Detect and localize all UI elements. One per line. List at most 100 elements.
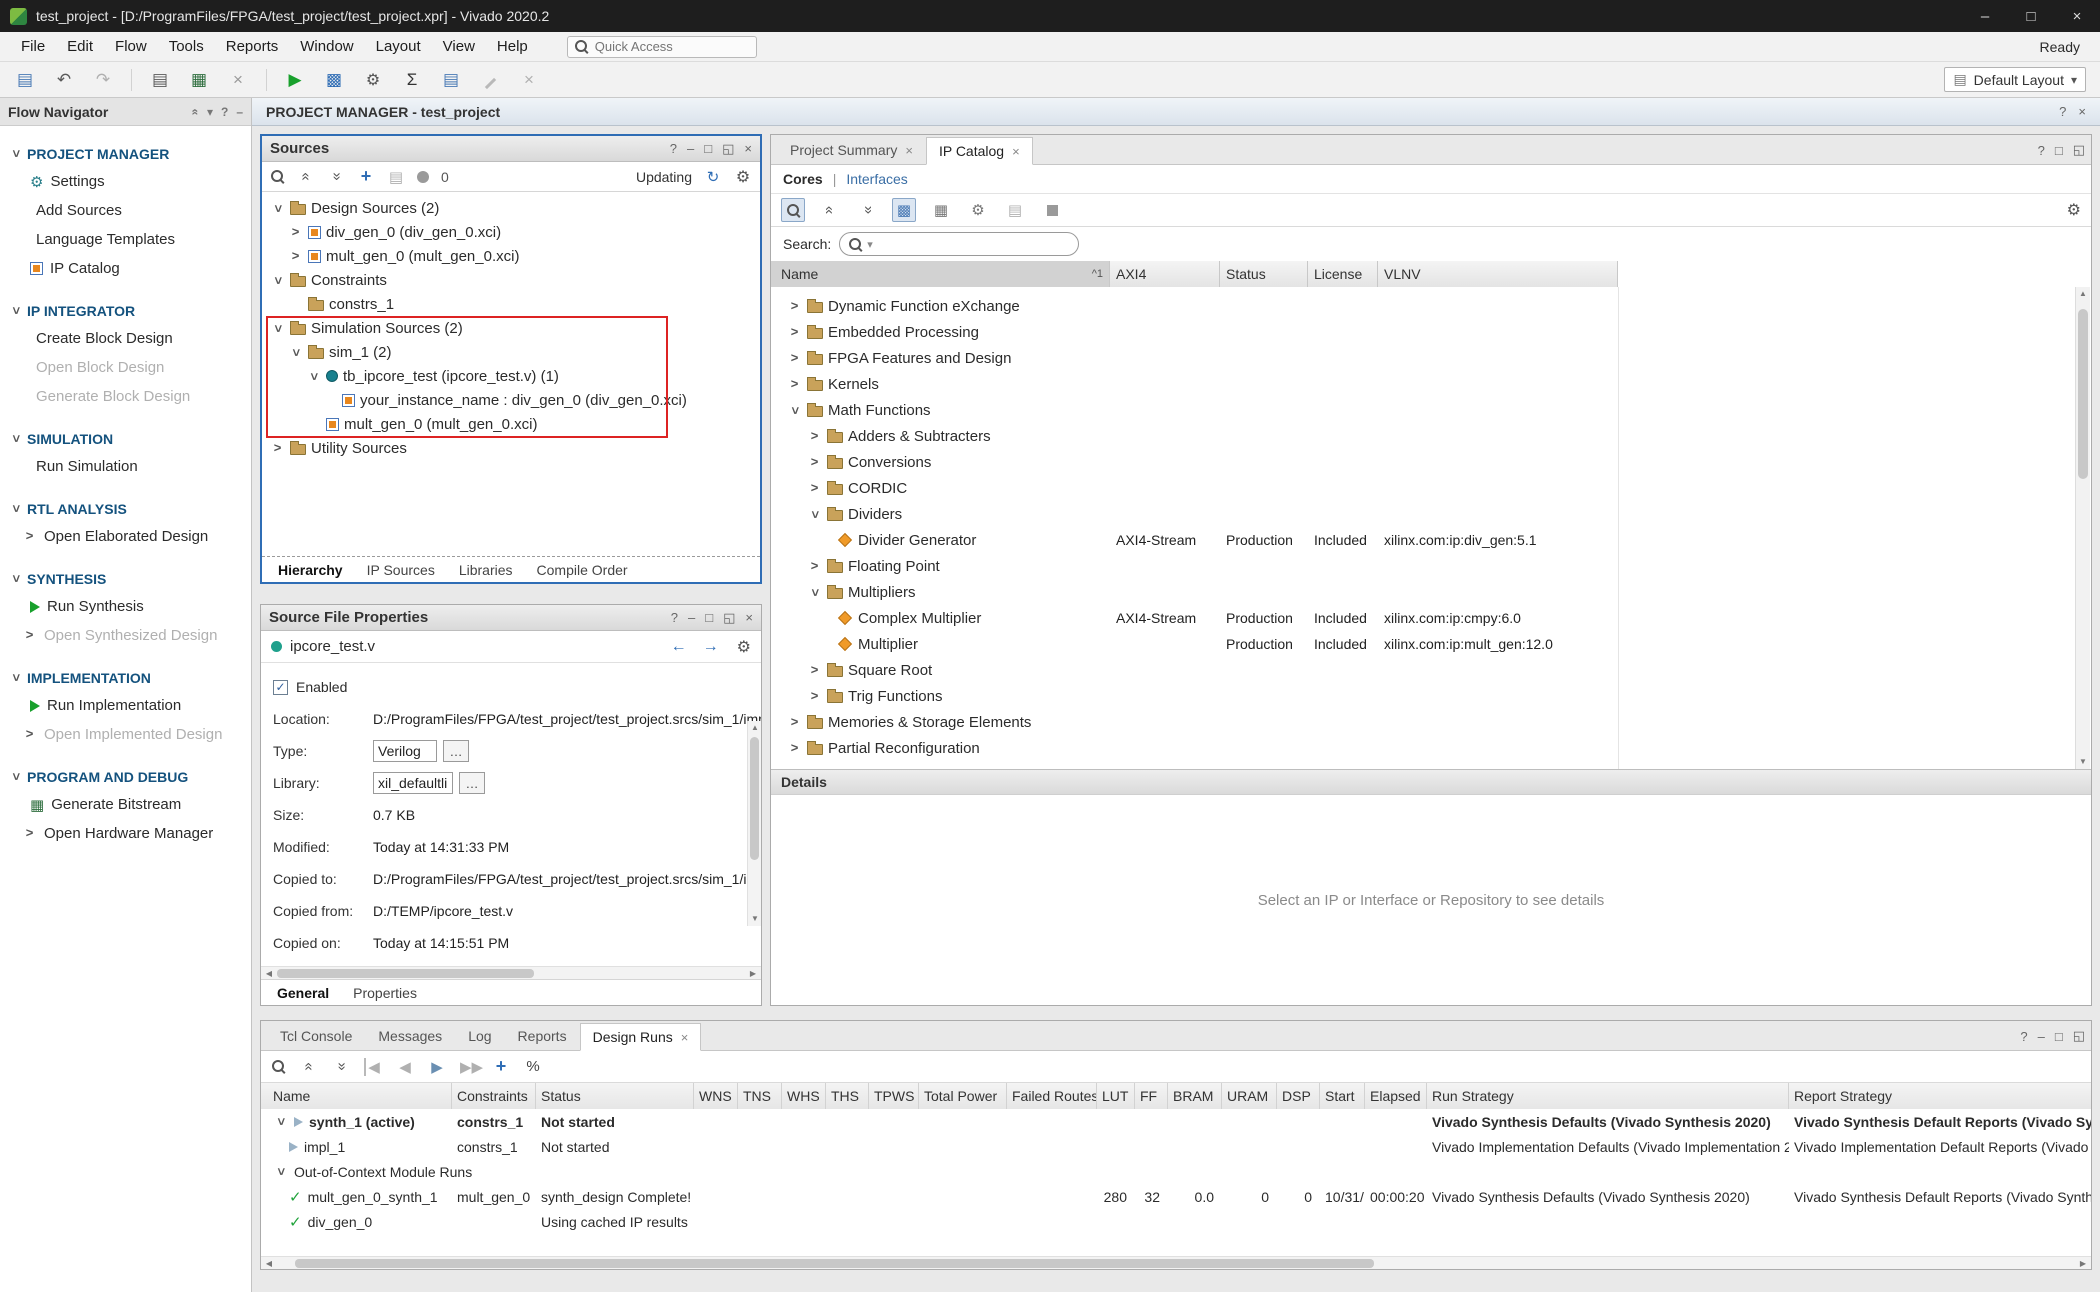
minimize-icon[interactable]: – — [687, 141, 694, 156]
col-start[interactable]: Start — [1320, 1083, 1365, 1109]
catalog-row[interactable]: >Conversions — [771, 449, 2091, 475]
close-icon[interactable]: × — [905, 143, 913, 158]
percent-icon[interactable]: % — [524, 1058, 542, 1075]
twistie-icon[interactable]: > — [270, 441, 285, 456]
forward-icon[interactable]: → — [703, 638, 719, 656]
help-icon[interactable]: ? — [2038, 143, 2045, 158]
expand-all-icon[interactable]: « — [855, 198, 879, 222]
nav-item-settings[interactable]: ⚙Settings — [0, 167, 251, 196]
col-tpws[interactable]: TPWS — [869, 1083, 919, 1109]
nav-section-header[interactable]: >RTL ANALYSIS — [0, 495, 251, 522]
expand-all-icon[interactable]: « — [328, 168, 345, 186]
nav-item-ip-catalog[interactable]: IP Catalog — [0, 254, 251, 283]
expand-icon[interactable]: ▾ — [207, 105, 213, 119]
close-icon[interactable]: × — [1012, 144, 1020, 159]
scroll-right-icon[interactable]: ▶ — [745, 969, 761, 978]
nav-item-add-sources[interactable]: Add Sources — [0, 196, 251, 225]
edit-pencil-icon[interactable] — [479, 70, 501, 90]
twistie-icon[interactable]: > — [306, 369, 321, 384]
tree-row-div-gen-0[interactable]: >div_gen_0 (div_gen_0.xci) — [262, 220, 760, 244]
catalog-row-multiplier[interactable]: MultiplierProductionIncludedxilinx.com:i… — [771, 631, 2091, 657]
sum-icon[interactable]: Σ — [401, 70, 423, 90]
menu-edit[interactable]: Edit — [56, 32, 104, 62]
menu-tools[interactable]: Tools — [158, 32, 215, 62]
vertical-scrollbar[interactable]: ▲ ▼ — [2075, 287, 2090, 769]
twistie-icon[interactable]: > — [273, 1114, 288, 1129]
scroll-left-icon[interactable]: ◀ — [261, 1259, 277, 1268]
nav-item-open-elaborated-design[interactable]: >Open Elaborated Design — [0, 522, 251, 551]
nav-section-header[interactable]: >IP INTEGRATOR — [0, 297, 251, 324]
nav-section-header[interactable]: >SYNTHESIS — [0, 565, 251, 592]
float-icon[interactable]: ◱ — [2073, 1028, 2085, 1044]
col-status[interactable]: Status — [536, 1083, 694, 1109]
col-ff[interactable]: FF — [1135, 1083, 1168, 1109]
back-icon[interactable]: ← — [671, 638, 687, 656]
cancel-icon[interactable]: × — [518, 70, 540, 90]
nav-item-open-hardware-manager[interactable]: >Open Hardware Manager — [0, 819, 251, 848]
column-header-license[interactable]: License — [1308, 261, 1378, 287]
catalog-row[interactable]: >Kernels — [771, 371, 2091, 397]
scroll-down-icon[interactable]: ▼ — [2076, 755, 2090, 769]
window-maximize-button[interactable]: □ — [2008, 0, 2054, 32]
redo-icon[interactable]: ↷ — [92, 70, 114, 90]
col-elapsed[interactable]: Elapsed — [1365, 1083, 1427, 1109]
catalog-search-input[interactable] — [877, 237, 1057, 252]
open-project-icon[interactable]: ▤ — [14, 70, 36, 90]
nav-item-open-block-design[interactable]: Open Block Design — [0, 353, 251, 382]
col-wns[interactable]: WNS — [694, 1083, 738, 1109]
catalog-row[interactable]: >Math Functions — [771, 397, 2091, 423]
nav-item-run-simulation[interactable]: Run Simulation — [0, 452, 251, 481]
catalog-row[interactable]: >Partial Reconfiguration — [771, 735, 2091, 761]
scroll-up-icon[interactable]: ▲ — [2076, 287, 2090, 301]
twistie-icon[interactable]: > — [807, 481, 822, 496]
tree-row-simulation-sources[interactable]: >Simulation Sources (2) — [262, 316, 760, 340]
add-repository-icon[interactable]: ▦ — [929, 198, 953, 222]
tab-reports[interactable]: Reports — [505, 1022, 580, 1050]
tab-hierarchy[interactable]: Hierarchy — [268, 562, 353, 578]
twistie-icon[interactable]: > — [288, 225, 303, 240]
type-browse-button[interactable]: … — [443, 740, 469, 762]
catalog-row[interactable]: >Multipliers — [771, 579, 2091, 605]
library-browse-button[interactable]: … — [459, 772, 485, 794]
twistie-icon[interactable]: > — [807, 559, 822, 574]
launch-runs-icon[interactable]: ▶ — [428, 1058, 446, 1076]
scroll-right-icon[interactable]: ▶ — [2075, 1259, 2091, 1268]
step-back-icon[interactable]: ◀ — [396, 1058, 414, 1076]
nav-section-header[interactable]: >IMPLEMENTATION — [0, 664, 251, 691]
close-icon[interactable]: × — [2078, 104, 2086, 119]
copy-icon[interactable]: ▤ — [149, 70, 171, 90]
tab-project-summary[interactable]: Project Summary× — [777, 136, 926, 164]
tab-log[interactable]: Log — [455, 1022, 504, 1050]
twistie-icon[interactable]: > — [273, 1164, 288, 1179]
menu-view[interactable]: View — [432, 32, 486, 62]
tree-row-mult-gen-0[interactable]: >mult_gen_0 (mult_gen_0.xci) — [262, 244, 760, 268]
refresh-icon[interactable]: ↻ — [704, 168, 722, 186]
float-icon[interactable]: ◱ — [723, 610, 735, 626]
type-field[interactable] — [373, 740, 437, 762]
catalog-row[interactable]: >Dividers — [771, 501, 2091, 527]
add-sources-icon[interactable]: + — [357, 166, 375, 187]
board-icon[interactable]: ▦ — [188, 70, 210, 90]
column-header-vlnv[interactable]: VLNV — [1378, 261, 1618, 287]
tree-row-tb-ipcore-test[interactable]: >tb_ipcore_test (ipcore_test.v) (1) — [262, 364, 760, 388]
settings-gear-icon[interactable]: ⚙ — [734, 167, 752, 187]
run-icon[interactable]: ▶ — [284, 70, 306, 90]
tree-row-utility-sources[interactable]: >Utility Sources — [262, 436, 760, 460]
twistie-icon[interactable]: > — [807, 663, 822, 678]
twistie-icon[interactable]: > — [787, 299, 802, 314]
maximize-icon[interactable]: □ — [2055, 143, 2063, 158]
delete-icon[interactable]: × — [227, 70, 249, 90]
tab-design-runs[interactable]: Design Runs× — [580, 1023, 702, 1051]
col-constraints[interactable]: Constraints — [452, 1083, 536, 1109]
col-name[interactable]: Name — [261, 1083, 452, 1109]
tree-row-your-instance-name[interactable]: your_instance_name : div_gen_0 (div_gen_… — [262, 388, 760, 412]
float-icon[interactable]: ◱ — [722, 141, 734, 157]
maximize-icon[interactable]: □ — [704, 141, 712, 156]
tab-libraries[interactable]: Libraries — [449, 562, 523, 578]
menu-flow[interactable]: Flow — [104, 32, 158, 62]
twistie-icon[interactable]: > — [807, 689, 822, 704]
twistie-icon[interactable]: > — [787, 715, 802, 730]
horizontal-scrollbar[interactable]: ◀ ▶ — [261, 1256, 2091, 1269]
catalog-row[interactable]: >Dynamic Function eXchange — [771, 293, 2091, 319]
catalog-row-divider-generator[interactable]: Divider GeneratorAXI4-StreamProductionIn… — [771, 527, 2091, 553]
